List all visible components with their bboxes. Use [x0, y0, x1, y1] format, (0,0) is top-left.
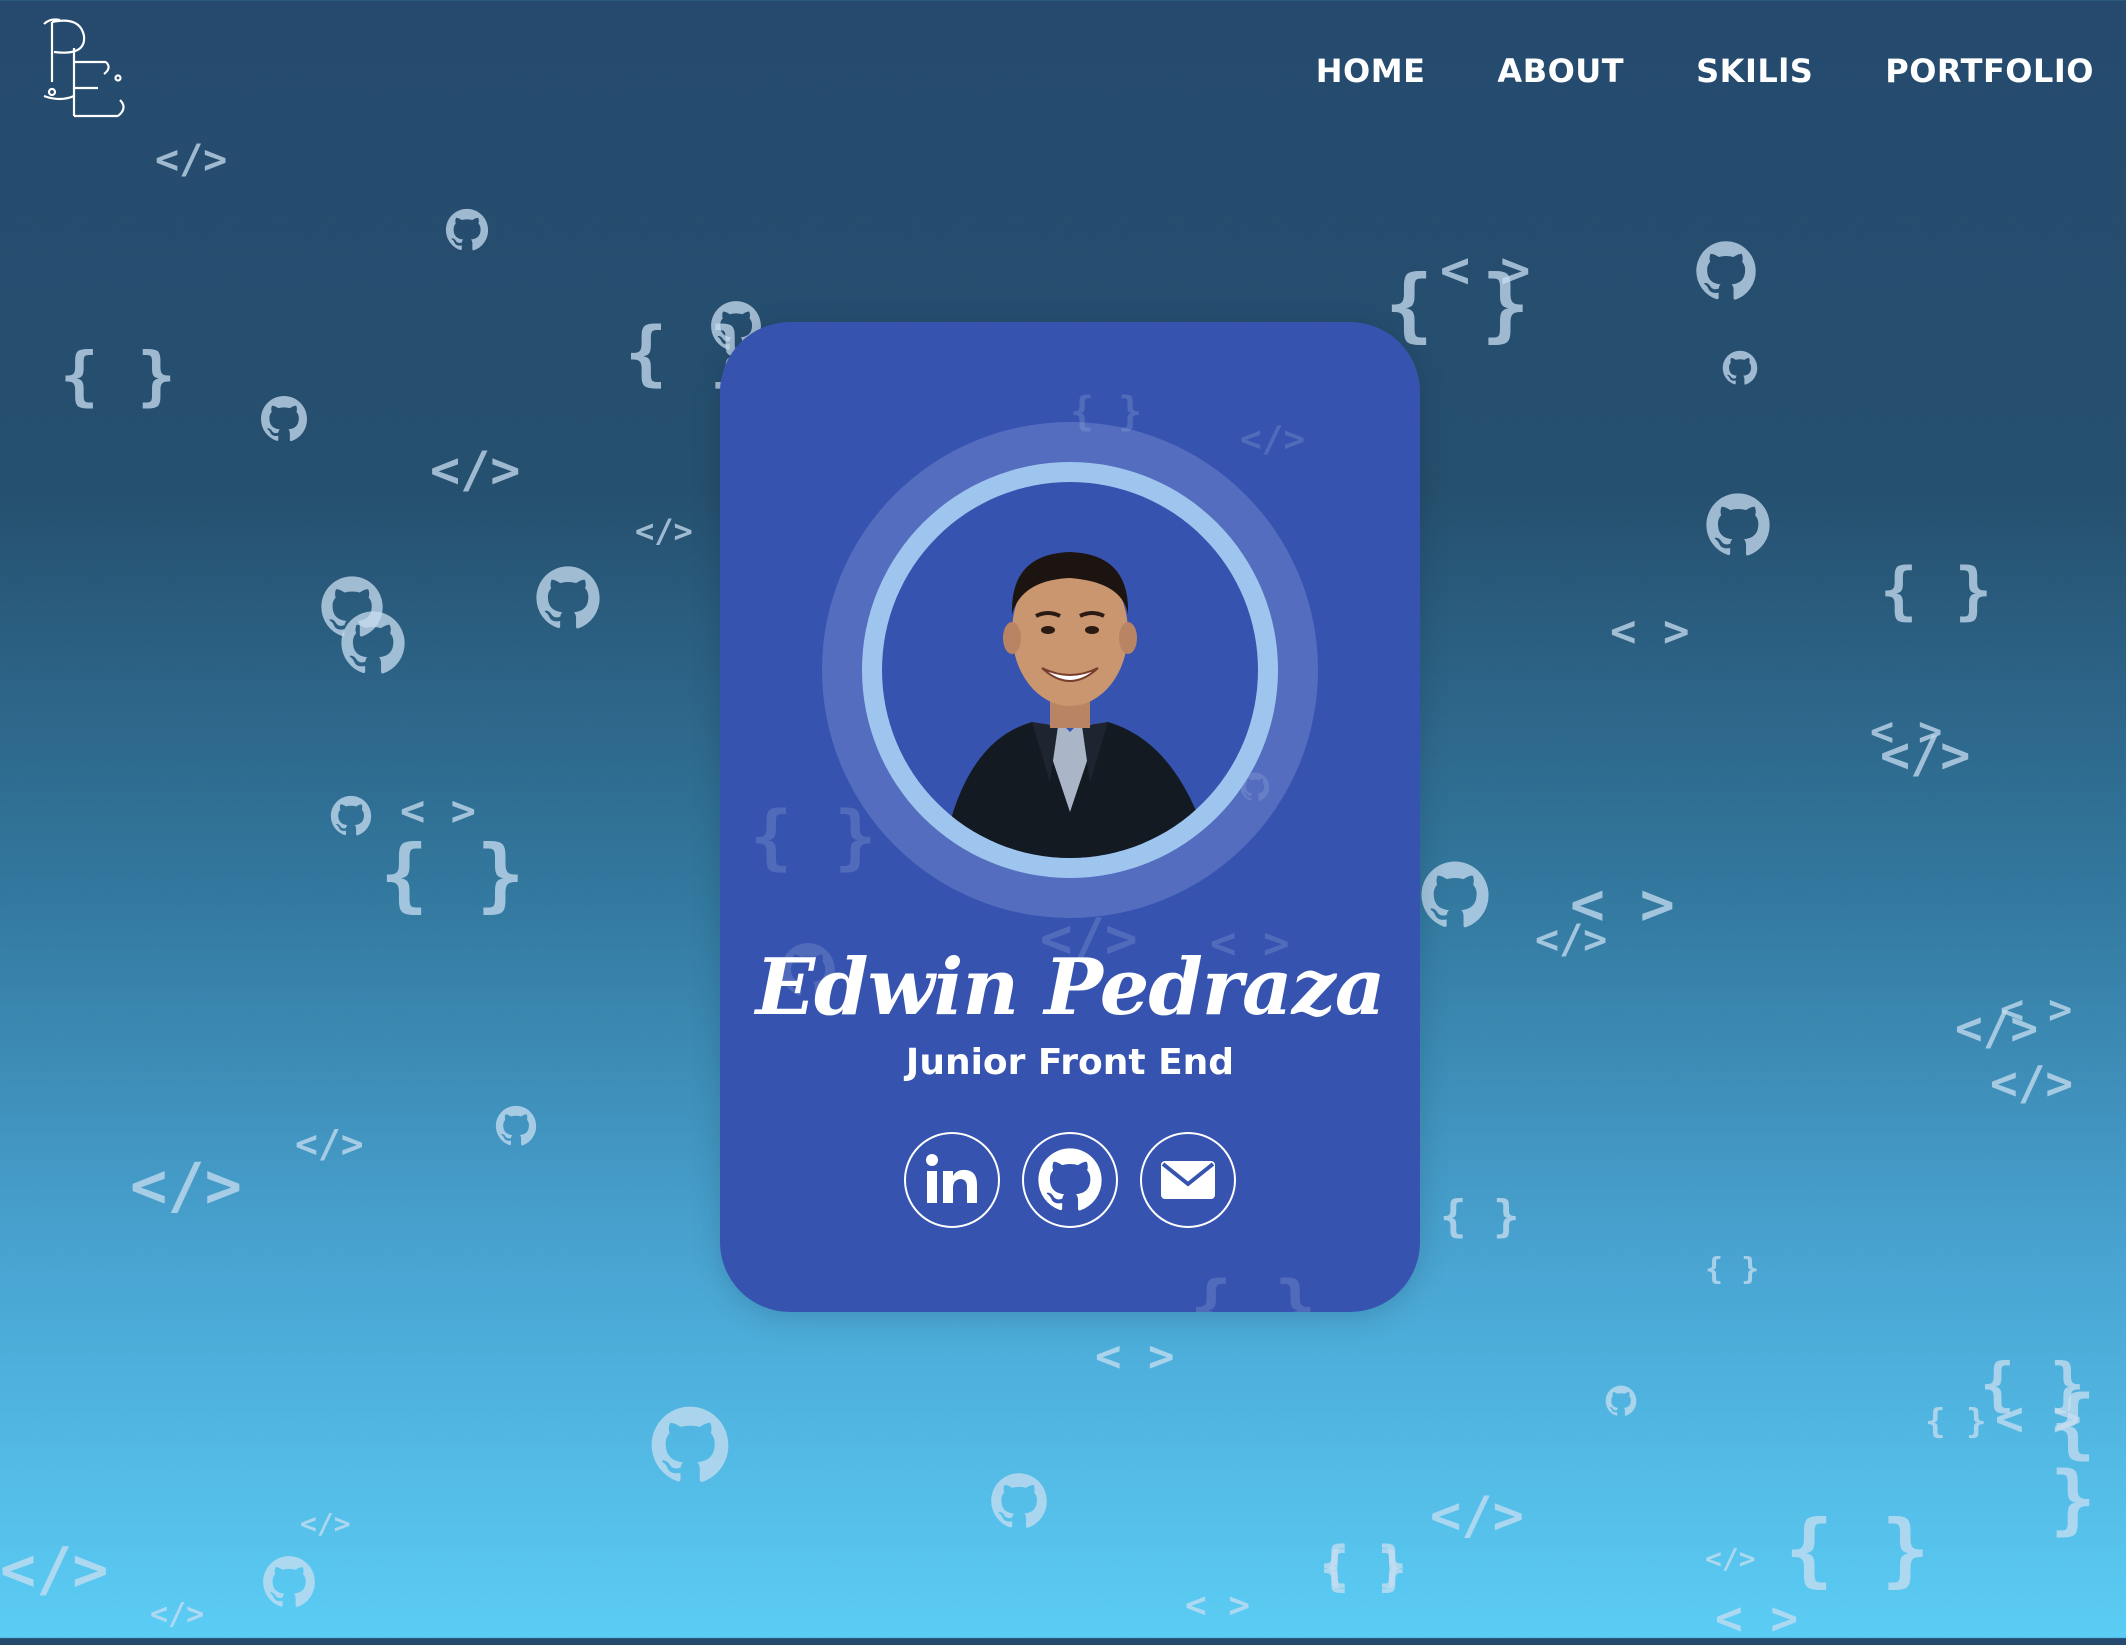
- profile-card: { }</>{ }</>< >{ }< > Edwin Pedraza: [720, 322, 1420, 1312]
- code-symbol-decoration: </>: [1705, 1542, 1756, 1575]
- code-symbol-decoration: </>: [1535, 917, 1608, 963]
- github-icon: [990, 1472, 1048, 1530]
- github-icon: [260, 395, 308, 443]
- pe-monogram-logo: [43, 18, 125, 118]
- github-icon: [1038, 1148, 1102, 1211]
- github-icon: [1722, 350, 1758, 386]
- code-symbol-decoration: < >: [1715, 1591, 1799, 1645]
- code-symbol-decoration: </>: [130, 1149, 242, 1222]
- nav-home[interactable]: HOME: [1316, 52, 1426, 90]
- code-symbol-decoration: </>: [1990, 1056, 2074, 1110]
- code-symbol-decoration: { }: [1190, 1266, 1317, 1312]
- github-icon: [1605, 1385, 1637, 1417]
- code-symbol-decoration: { }: [380, 828, 525, 921]
- linkedin-icon: [926, 1154, 977, 1203]
- profile-name: Edwin Pedraza: [755, 942, 1386, 1033]
- github-icon: [1420, 860, 1490, 930]
- code-symbol-decoration: < >: [1185, 1585, 1251, 1626]
- code-symbol-decoration: </>: [0, 1535, 109, 1605]
- code-symbol-decoration: { }: [1385, 258, 1530, 351]
- mail-icon: [1161, 1161, 1215, 1199]
- github-icon: [1705, 492, 1771, 558]
- profile-photo: [942, 552, 1212, 858]
- github-icon: [495, 1105, 537, 1147]
- github-icon: [445, 208, 489, 252]
- profile-role: Junior Front End: [905, 1042, 1235, 1083]
- code-symbol-decoration: { }: [1440, 1191, 1520, 1242]
- code-symbol-decoration: { }: [1980, 1350, 2085, 1418]
- code-symbol-decoration: { }: [1880, 554, 1992, 627]
- nav-about[interactable]: ABOUT: [1497, 52, 1624, 90]
- github-icon: [1695, 240, 1757, 302]
- code-symbol-decoration: < >: [1610, 606, 1690, 657]
- github-icon: [340, 610, 406, 676]
- social-links: [720, 1132, 1420, 1228]
- github-button[interactable]: [1022, 1132, 1118, 1228]
- code-symbol-decoration: </>: [430, 441, 521, 499]
- nav-portfolio[interactable]: PORTFOLIO: [1885, 52, 2094, 90]
- code-symbol-decoration: </>: [1240, 419, 1306, 460]
- code-symbol-decoration: { }: [1320, 1541, 1407, 1597]
- code-symbol-decoration: { }: [750, 796, 877, 878]
- github-icon: [650, 1405, 730, 1485]
- code-symbol-decoration: </>: [1430, 1486, 1524, 1546]
- code-symbol-decoration: { }: [1705, 1252, 1760, 1287]
- main-nav: HOME ABOUT SKILlS PORTFOLIO: [1316, 52, 2094, 90]
- code-symbol-decoration: { }: [1925, 1402, 1987, 1442]
- linkedin-button[interactable]: [904, 1132, 1000, 1228]
- code-symbol-decoration: </>: [295, 1122, 364, 1166]
- code-symbol-decoration: < >: [400, 786, 476, 835]
- email-button[interactable]: [1140, 1132, 1236, 1228]
- logo[interactable]: [40, 12, 140, 132]
- github-icon: [535, 565, 601, 631]
- code-symbol-decoration: < >: [2000, 987, 2073, 1033]
- github-icon: [330, 795, 372, 837]
- code-symbol-decoration: { }: [60, 340, 176, 414]
- code-symbol-decoration: </>: [635, 512, 693, 550]
- code-symbol-decoration: </>: [300, 1507, 351, 1540]
- code-symbol-decoration: { }: [1785, 1503, 1930, 1596]
- code-symbol-decoration: < >: [1095, 1331, 1175, 1382]
- code-symbol-decoration: </>: [1880, 726, 1971, 784]
- avatar: [882, 482, 1258, 858]
- code-symbol-decoration: </>: [150, 1597, 205, 1632]
- code-symbol-decoration: </>: [155, 137, 228, 183]
- github-icon: [262, 1555, 316, 1609]
- nav-skills[interactable]: SKILlS: [1696, 52, 1813, 90]
